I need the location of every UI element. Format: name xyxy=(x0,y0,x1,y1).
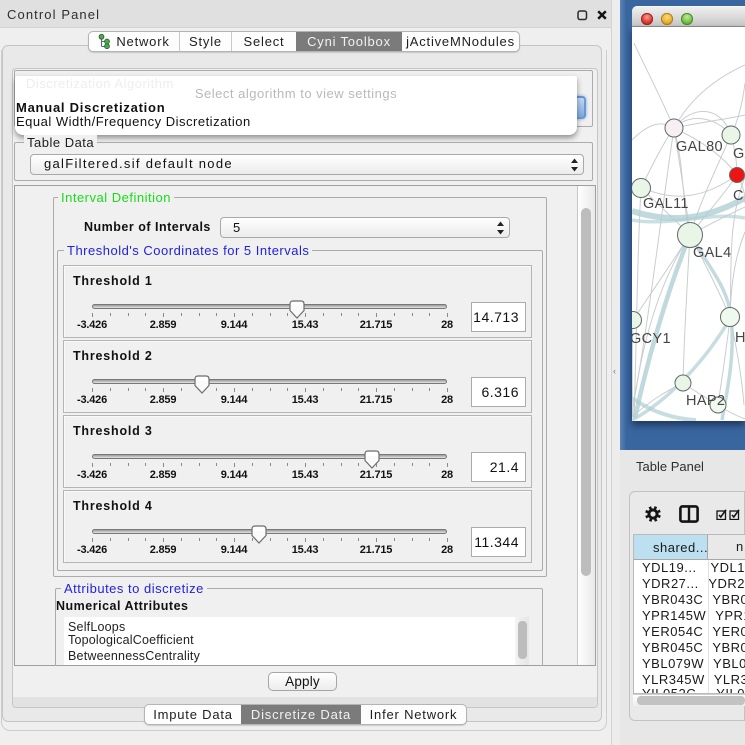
svg-text:HA: HA xyxy=(735,330,745,346)
svg-text:GCY1: GCY1 xyxy=(632,331,671,347)
svg-text:GAL4: GAL4 xyxy=(693,245,731,261)
svg-text:HAP2: HAP2 xyxy=(686,393,725,409)
svg-text:GAL11: GAL11 xyxy=(643,196,689,212)
svg-text:GAL80: GAL80 xyxy=(676,139,723,155)
svg-text:CR: CR xyxy=(733,188,745,204)
svg-text:GA: GA xyxy=(733,146,745,162)
